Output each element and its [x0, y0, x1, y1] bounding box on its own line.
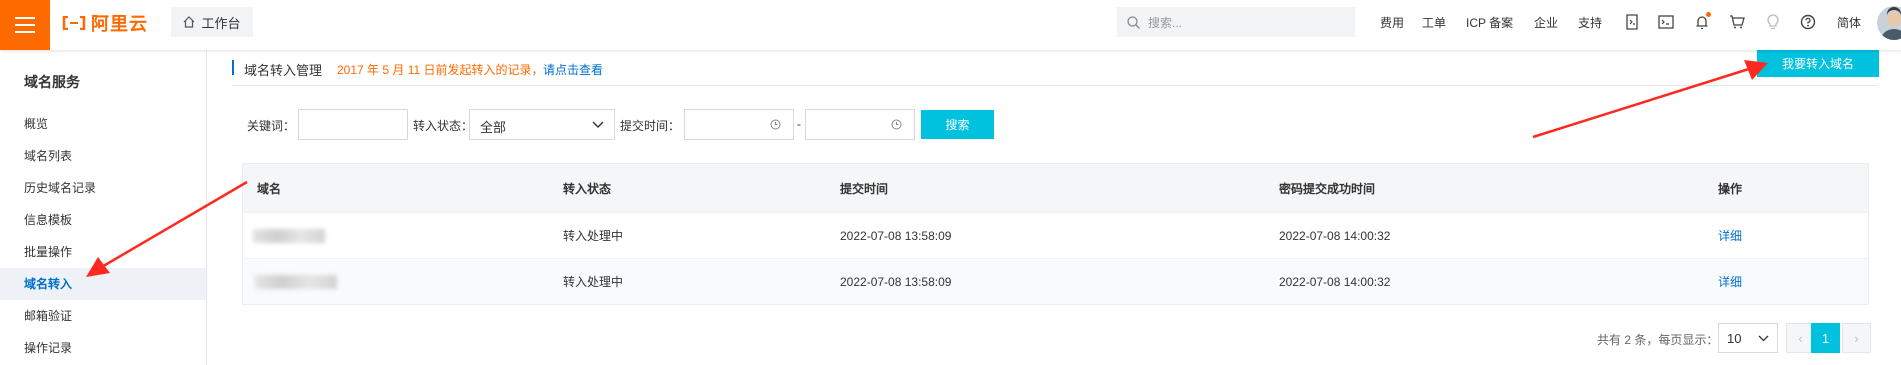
aliyun-logo[interactable]: 阿里云 — [62, 10, 148, 36]
submit-time-cell: 2022-07-08 13:58:09 — [840, 228, 952, 243]
sidebar-item-overview[interactable]: 概览 — [0, 108, 206, 140]
sidebar-item-email-verify[interactable]: 邮箱验证 — [0, 300, 206, 332]
keyword-input[interactable] — [298, 109, 408, 140]
terminal-icon[interactable] — [1656, 12, 1676, 32]
help-icon[interactable] — [1798, 12, 1818, 32]
sidebar-item-transfer-in[interactable]: 域名转入 — [0, 268, 206, 300]
header-divider — [232, 85, 1877, 86]
global-search[interactable]: 搜索... — [1117, 7, 1355, 37]
clock-icon — [770, 119, 781, 130]
status-select[interactable]: 全部 — [469, 109, 615, 140]
detail-link[interactable]: 详细 — [1718, 259, 1742, 304]
nav-fees[interactable]: 费用 — [1380, 0, 1404, 44]
nav-support[interactable]: 支持 — [1578, 0, 1602, 44]
logo-text: 阿里云 — [91, 14, 148, 34]
domain-cell — [255, 259, 337, 304]
search-placeholder: 搜索... — [1148, 15, 1183, 30]
sidebar-item-history[interactable]: 历史域名记录 — [0, 172, 206, 204]
detail-link[interactable]: 详细 — [1718, 213, 1742, 258]
table-row: 转入处理中 2022-07-08 13:58:09 2022-07-08 14:… — [243, 212, 1868, 258]
domain-cell — [253, 213, 325, 258]
menu-button[interactable] — [0, 0, 50, 50]
keyword-label: 关键词： — [247, 119, 296, 133]
status-cell: 转入处理中 — [563, 275, 624, 289]
redacted-domain — [253, 228, 325, 243]
clock-icon — [891, 119, 902, 130]
page-1-button[interactable]: 1 — [1811, 323, 1840, 353]
page-size-select[interactable]: 10 — [1718, 323, 1778, 353]
lightbulb-icon[interactable] — [1763, 12, 1783, 32]
column-action: 操作 — [1718, 181, 1743, 196]
page-size-value: 10 — [1727, 331, 1742, 346]
start-date-input[interactable] — [684, 109, 794, 140]
legacy-notice: 2017 年 5 月 11 日前发起转入的记录， — [337, 63, 544, 77]
nav-tickets[interactable]: 工单 — [1422, 0, 1446, 44]
legacy-records-link[interactable]: 请点击查看 — [543, 61, 603, 78]
avatar[interactable] — [1877, 6, 1901, 40]
cart-icon[interactable] — [1727, 12, 1747, 32]
redacted-domain — [255, 274, 337, 289]
page-title: 域名转入管理 — [244, 63, 323, 78]
sidebar-item-domain-list[interactable]: 域名列表 — [0, 140, 206, 172]
nav-icp[interactable]: ICP 备案 — [1466, 0, 1513, 44]
column-domain: 域名 — [257, 181, 282, 196]
arrow-to-transfer-button — [1532, 60, 1768, 139]
date-separator: - — [797, 117, 801, 131]
sidebar-item-templates[interactable]: 信息模板 — [0, 204, 206, 236]
bell-icon[interactable] — [1692, 12, 1712, 32]
end-date-input[interactable] — [805, 109, 915, 140]
submit-time-cell: 2022-07-08 13:58:09 — [840, 274, 952, 289]
chevron-down-icon — [1758, 335, 1769, 342]
table-row: 转入处理中 2022-07-08 13:58:09 2022-07-08 14:… — [243, 258, 1868, 304]
console-label: 工作台 — [201, 15, 241, 31]
submit-time-label: 提交时间： — [620, 119, 681, 133]
transfer-table: 域名 转入状态 提交时间 密码提交成功时间 操作 转入处理中 2022-07-0… — [242, 163, 1869, 305]
status-label: 转入状态： — [413, 119, 474, 133]
status-cell: 转入处理中 — [563, 229, 624, 243]
notification-dot — [1706, 12, 1711, 17]
sidebar-title: 域名服务 — [24, 74, 80, 90]
password-time-cell: 2022-07-08 14:00:32 — [1279, 228, 1391, 243]
nav-enterprise[interactable]: 企业 — [1534, 0, 1558, 44]
sidebar-item-operation-log[interactable]: 操作记录 — [0, 332, 206, 364]
aliyun-logo-icon — [62, 16, 86, 30]
app-icon[interactable] — [1622, 12, 1642, 32]
user-avatar-icon — [1881, 7, 1901, 40]
top-bar: 阿里云 工作台 搜索... 费用 工单 ICP 备案 企业 支持 简体 — [0, 0, 1901, 50]
column-password-time: 密码提交成功时间 — [1279, 181, 1376, 196]
sidebar: 域名服务 概览 域名列表 历史域名记录 信息模板 批量操作 域名转入 邮箱验证 … — [0, 50, 207, 365]
pagination-summary: 共有 2 条，每页显示： — [1597, 333, 1719, 347]
column-submit-time: 提交时间 — [840, 181, 889, 196]
next-page-button[interactable]: › — [1842, 323, 1871, 353]
console-button[interactable]: 工作台 — [171, 7, 253, 37]
sidebar-item-batch[interactable]: 批量操作 — [0, 236, 206, 268]
status-select-value: 全部 — [480, 120, 507, 135]
language-switch[interactable]: 简体 — [1837, 0, 1861, 44]
chevron-down-icon — [592, 121, 604, 128]
home-icon — [184, 16, 195, 28]
search-button[interactable]: 搜索 — [921, 110, 994, 139]
password-time-cell: 2022-07-08 14:00:32 — [1279, 274, 1391, 289]
search-icon — [1127, 15, 1140, 29]
hamburger-icon — [15, 17, 35, 33]
transfer-domain-button[interactable]: 我要转入域名 — [1757, 49, 1879, 77]
title-accent-bar — [232, 60, 234, 75]
table-header: 域名 转入状态 提交时间 密码提交成功时间 操作 — [243, 164, 1868, 212]
column-status: 转入状态 — [563, 181, 612, 196]
